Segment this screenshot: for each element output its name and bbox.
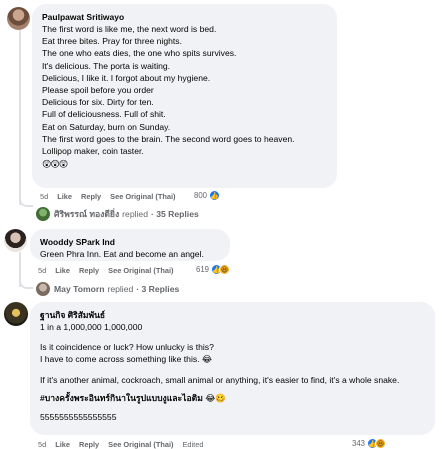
comment-text-line: It's delicious. The porta is waiting. [42,60,171,71]
comment-actions: 5d Like Reply See Original (Thai) [38,266,173,275]
avatar[interactable] [7,7,30,30]
avatar[interactable] [4,229,27,252]
edited-label: Edited [182,440,204,449]
comment-text-line: Full of deliciousness. Full of shit. [42,109,166,120]
like-button[interactable]: Like [57,192,72,201]
comment-author[interactable]: Paulpawat Sritiwayo [42,11,327,23]
timestamp[interactable]: 5d [38,266,46,275]
reaction-summary[interactable]: 800 👍 [194,190,221,201]
comment-text-line: 5555555555555555 [40,412,117,423]
comment-text-line: 1 in a 1,000,000 1,000,000 [40,322,143,332]
replied-label: replied [122,209,148,219]
like-button[interactable]: Like [55,266,70,275]
haha-reaction-icon: 😆 [219,264,231,275]
comment-bubble: Wooddy SPark Ind Green Phra Inn. Eat and… [30,229,230,261]
replier-avatar [36,207,50,221]
reaction-summary[interactable]: 343 👍 😆 [352,438,387,449]
comment-actions: 5d Like Reply See Original (Thai) Edited [38,440,203,449]
view-replies-link[interactable]: ศิริพรรณ์ ทองดียิ่ง replied · 35 Replies [36,207,199,221]
reply-button[interactable]: Reply [81,192,101,201]
reply-count: · 3 Replies [136,284,180,294]
timestamp[interactable]: 5d [38,440,46,449]
comment-author[interactable]: ฐานกิจ ศิริสัมพันธ์ [40,309,425,321]
timestamp[interactable]: 5d [40,192,48,201]
comment-text-line: Please spoil before you order [42,85,154,96]
comment-author[interactable]: Wooddy SPark Ind [40,236,220,248]
reply-button[interactable]: Reply [79,266,99,275]
replied-label: replied [107,284,134,294]
hashtag-link[interactable]: #บางครั้งพระอินทร์กินาในรูปแบบงูและไอติม… [40,392,425,404]
comment-bubble: Paulpawat Sritiwayo The first word is li… [32,4,337,188]
see-original-button[interactable]: See Original (Thai) [108,266,173,275]
emoji-line: 😲😲😲 [42,159,68,170]
reply-button[interactable]: Reply [79,440,99,449]
comment-text-paragraph: If it's another animal, cockroach, small… [40,374,400,385]
replier-name: ศิริพรรณ์ ทองดียิ่ง [54,209,120,219]
haha-reaction-icon: 😆 [375,438,387,449]
reaction-summary[interactable]: 619 👍 😆 [196,264,231,275]
comment-bubble: ฐานกิจ ศิริสัมพันธ์ 1 in a 1,000,000 1,0… [30,302,435,435]
reaction-count: 343 [352,439,366,448]
reply-connector [19,277,33,289]
thread-line [19,30,21,205]
comment-text-line: Is it coincidence or luck? How unlucky i… [40,342,214,353]
comment-text-line: I have to come across something like thi… [40,354,212,365]
comment-text-line: Lollipop maker, coin taster. [42,146,144,157]
replier-avatar [36,282,50,296]
comment-text-line: The one who eats dies, the one who spits… [42,48,237,59]
see-original-button[interactable]: See Original (Thai) [110,192,175,201]
view-replies-link[interactable]: May Tomorn replied · 3 Replies [36,282,179,296]
comment-text-line: Eat three bites. Pray for three nights. [42,36,182,47]
reaction-count: 800 [194,191,208,200]
comment-actions: 5d Like Reply See Original (Thai) [40,192,175,201]
reply-count: · 35 Replies [150,209,199,219]
comment-text-line: Eat on Saturday, burn on Sunday. [42,121,171,132]
see-original-button[interactable]: See Original (Thai) [108,440,173,449]
reaction-count: 619 [196,265,210,274]
replier-name: May Tomorn [54,284,105,294]
comment-text-line: The first word is like me, the next word… [42,24,217,34]
comment-text-line: Delicious for six. Dirty for ten. [42,97,154,108]
comment-text-line: Green Phra Inn. Eat and become an angel. [40,249,204,259]
reply-connector [19,195,33,207]
comment-thread: Paulpawat Sritiwayo The first word is li… [0,0,447,449]
avatar[interactable] [4,302,28,326]
comment-text-line: Delicious, I like it. I forgot about my … [42,72,211,83]
like-reaction-icon: 👍 [209,190,221,201]
comment-text-line: The first word goes to the brain. The se… [42,133,295,144]
like-button[interactable]: Like [55,440,70,449]
